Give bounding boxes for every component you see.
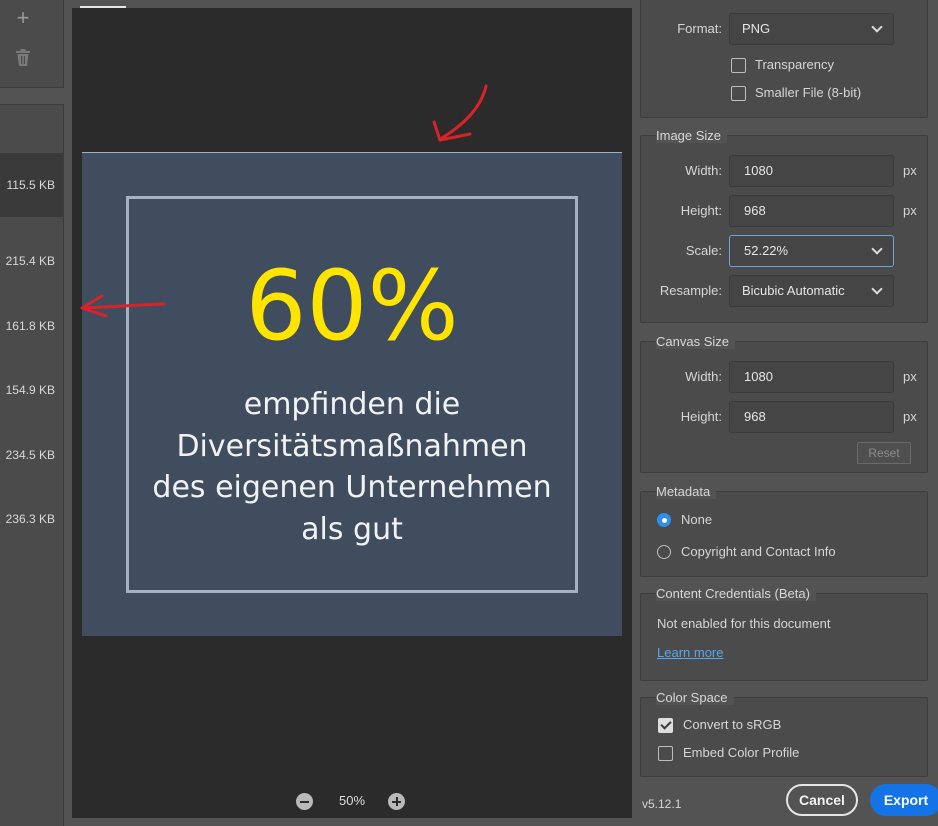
color-space-title: Color Space — [656, 690, 734, 705]
color-space-group — [640, 697, 928, 777]
canvas-height-unit: px — [903, 409, 917, 424]
metadata-title: Metadata — [656, 484, 717, 499]
resample-label: Resample: — [659, 283, 722, 298]
asset-item[interactable]: 234.5 KB — [0, 423, 63, 487]
add-icon[interactable]: + — [14, 7, 32, 29]
reset-button[interactable]: Reset — [857, 442, 911, 464]
format-label: Format: — [677, 21, 722, 36]
image-width-label: Width: — [685, 163, 722, 178]
image-height-label: Height: — [680, 203, 722, 218]
transparency-label: Transparency — [755, 57, 834, 72]
slide-caption-line: Diversitätsmaßnahmen — [176, 428, 528, 464]
scale-label: Scale: — [685, 243, 722, 258]
slide-percent: 60% — [245, 250, 459, 362]
zoom-level: 50% — [338, 793, 366, 808]
content-credentials-status: Not enabled for this document — [657, 616, 831, 631]
canvas-size-title: Canvas Size — [656, 334, 735, 349]
chevron-down-icon — [871, 21, 883, 33]
trash-icon[interactable] — [14, 48, 32, 68]
metadata-none-label: None — [681, 512, 713, 527]
metadata-none-radio[interactable] — [657, 513, 671, 527]
slide-caption-line: als gut — [301, 511, 403, 547]
slide-caption-line: des eigenen Unternehmen — [152, 470, 552, 505]
embed-profile-checkbox[interactable] — [658, 746, 673, 761]
content-credentials-title: Content Credentials (Beta) — [656, 586, 816, 601]
version-label: v5.12.1 — [642, 797, 682, 811]
chevron-down-icon — [871, 283, 883, 295]
asset-item[interactable]: 154.9 KB — [0, 358, 63, 422]
export-button[interactable]: Export — [870, 784, 938, 816]
convert-srgb-label: Convert to sRGB — [683, 717, 782, 732]
canvas-height-input[interactable]: 968 — [729, 401, 894, 433]
canvas-width-input[interactable]: 1080 — [729, 361, 894, 393]
image-size-title: Image Size — [656, 128, 728, 143]
smaller-file-label: Smaller File (8-bit) — [755, 85, 862, 100]
transparency-checkbox[interactable] — [731, 58, 746, 73]
asset-list: 115.5 KB 215.4 KB 161.8 KB 154.9 KB 234.… — [0, 104, 64, 826]
embed-profile-label: Embed Color Profile — [683, 745, 800, 760]
asset-item[interactable]: 215.4 KB — [0, 229, 63, 293]
image-width-unit: px — [903, 163, 917, 178]
zoom-out-icon[interactable] — [296, 793, 313, 810]
left-sidebar: + 115.5 KB 215.4 KB 161.8 KB 154.9 KB 23… — [0, 0, 64, 826]
content-credentials-group — [640, 593, 928, 681]
scale-value: 52.22% — [744, 243, 789, 258]
asset-item[interactable]: 161.8 KB — [0, 294, 63, 358]
canvas-width-label: Width: — [685, 369, 722, 384]
resample-value: Bicubic Automatic — [742, 283, 845, 298]
slide-caption: empfinden die Diversitätsmaßnahmen des e… — [82, 384, 622, 550]
metadata-copyright-label: Copyright and Contact Info — [681, 544, 836, 559]
zoom-in-icon[interactable] — [388, 793, 405, 810]
metadata-group — [640, 491, 928, 577]
preview-tab-indicator — [80, 6, 126, 8]
cancel-button[interactable]: Cancel — [786, 784, 858, 816]
canvas-height-label: Height: — [680, 409, 722, 424]
chevron-down-icon — [871, 243, 883, 255]
zoom-control: 50% — [296, 790, 408, 812]
asset-item[interactable]: 115.5 KB — [0, 153, 63, 217]
slide-caption-line: empfinden die — [243, 387, 461, 422]
image-width-input[interactable]: 1080 — [729, 155, 894, 187]
scale-select[interactable]: 52.22% — [729, 235, 894, 267]
canvas-width-unit: px — [903, 369, 917, 384]
resample-select[interactable]: Bicubic Automatic — [729, 275, 894, 307]
format-value: PNG — [742, 21, 771, 36]
metadata-copyright-radio[interactable] — [657, 545, 671, 559]
image-height-input[interactable]: 968 — [729, 195, 894, 227]
image-height-unit: px — [903, 203, 917, 218]
format-select[interactable]: PNG — [729, 13, 894, 45]
smaller-file-checkbox[interactable] — [731, 86, 746, 101]
left-toolbar: + — [0, 0, 64, 88]
learn-more-link[interactable]: Learn more — [657, 645, 723, 660]
convert-srgb-checkbox[interactable] — [658, 718, 673, 733]
asset-item[interactable]: 236.3 KB — [0, 487, 63, 551]
